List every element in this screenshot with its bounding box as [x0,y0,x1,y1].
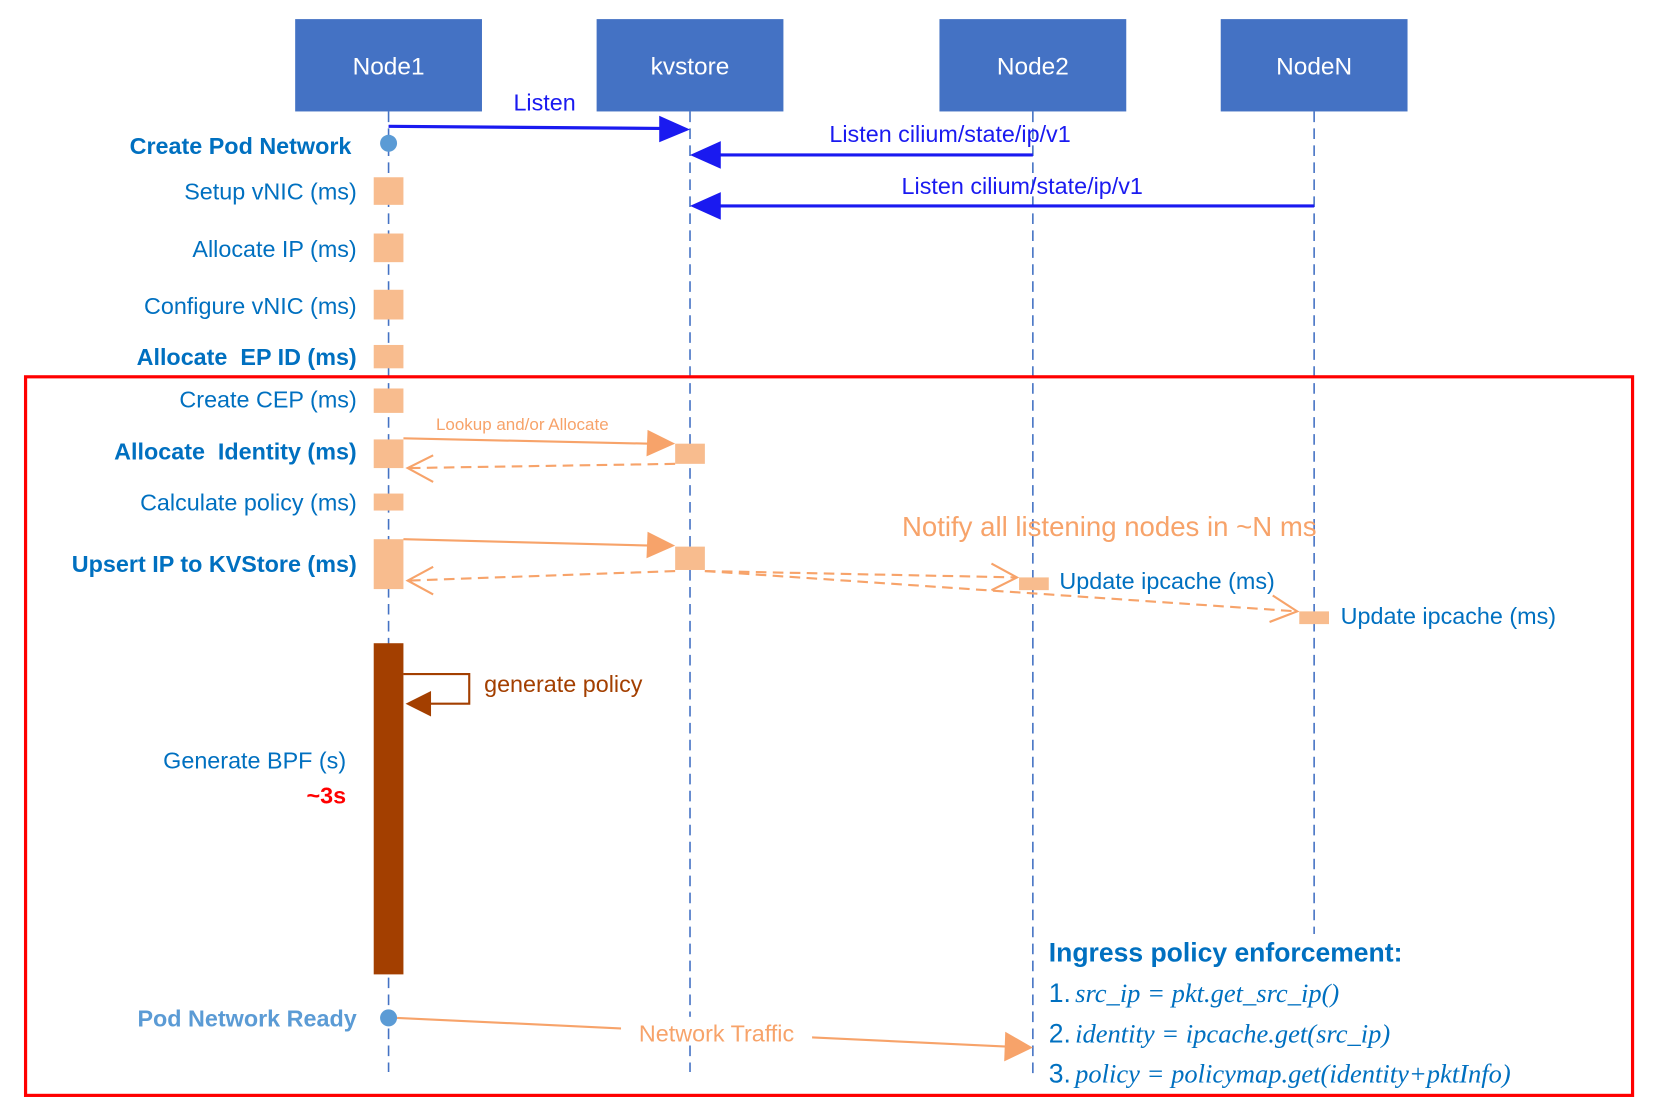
activation-allocate-identity [373,439,404,469]
step-generate-bpf-duration: ~3s [307,782,347,808]
enforcement-title: Ingress policy enforcement: [1049,938,1403,968]
activation-allocate-ip [373,233,404,263]
generate-policy-arrow [403,672,471,705]
activation-calculate-policy [373,493,404,511]
step-create-pod-network: Create Pod Network [130,133,352,159]
lookup-arrow [403,437,650,445]
notify-label: Notify all listening nodes in ~N ms [902,511,1317,542]
step-allocate-ep-id: Allocate EP ID (ms) [137,344,357,370]
activation-node2-update [1019,577,1049,591]
arrowhead [1004,1031,1033,1062]
highlight-box [23,375,1635,1097]
participant-label: kvstore [651,53,730,80]
activation-noden-update [1299,611,1329,625]
generate-policy-label: generate policy [484,671,643,697]
participant-label: Node2 [997,53,1069,80]
arrowhead [405,690,432,717]
upsert-arrow [403,538,650,547]
step-upsert-ip: Upsert IP to KVStore (ms) [72,551,357,577]
update-ipcache-node2-label: Update ipcache (ms) [1059,568,1274,594]
listen-arrow [388,124,661,131]
step-create-cep: Create CEP (ms) [179,387,356,413]
enforcement-item: 1. src_ip = pkt.get_src_ip() [1049,978,1340,1008]
activation-generate-bpf [373,643,404,975]
enforcement-item: 2. identity = ipcache.get(src_ip) [1049,1018,1391,1048]
activation-kvstore-identity [675,443,705,464]
enforcement-item: 3. policy = policymap.get(identity+pktInf… [1049,1059,1511,1089]
ready-dot [380,1009,398,1027]
arrowhead [659,115,691,143]
activation-configure-vnic [373,289,404,320]
activation-upsert-ip [373,539,404,590]
activation-allocate-ep-id [373,344,404,369]
lookup-return-arrow [407,462,676,470]
update-ipcache-noden-label: Update ipcache (ms) [1341,603,1556,629]
notify-node2-arrow [704,569,1017,579]
activation-kvstore-upsert [675,546,705,570]
sequence-diagram: Node1 kvstore Node2 NodeN Listen Listen … [23,19,1635,1097]
lookup-label: Lookup and/or Allocate [436,415,609,434]
start-dot [380,134,398,152]
participant-label: NodeN [1276,53,1352,80]
step-pod-network-ready: Pod Network Ready [137,1005,356,1031]
step-allocate-identity: Allocate Identity (ms) [114,439,357,465]
arrowhead [646,531,676,559]
listen-label: Listen [513,89,575,115]
upsert-return-arrow [407,569,676,582]
step-allocate-ip: Allocate IP (ms) [192,236,356,262]
listen-node2-label: Listen cilium/state/ip/v1 [829,121,1070,147]
arrowhead [690,141,721,169]
step-configure-vnic: Configure vNIC (ms) [144,293,357,319]
step-calculate-policy: Calculate policy (ms) [140,490,357,516]
step-setup-vnic: Setup vNIC (ms) [184,179,357,205]
activation-create-cep [373,388,404,413]
network-traffic-label: Network Traffic [639,1020,795,1046]
participant-label: Node1 [353,53,425,80]
arrowhead [690,192,721,220]
step-generate-bpf: Generate BPF (s) [163,747,346,773]
listen-noden-label: Listen cilium/state/ip/v1 [902,173,1143,199]
arrowhead [646,429,676,457]
activation-setup-vnic [373,177,404,205]
